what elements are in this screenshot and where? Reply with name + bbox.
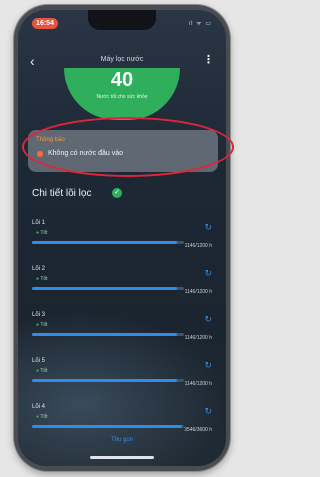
filter-row: Lõi 3 Tốt ↻ 1146/1200 h (18, 312, 226, 352)
filter-status: Tốt (36, 322, 47, 328)
filter-usage: 1146/1200 h (184, 335, 212, 341)
home-indicator (90, 456, 154, 459)
filter-progress-fill (32, 241, 178, 244)
filter-status: Tốt (36, 230, 47, 236)
reset-filter-icon[interactable]: ↻ (204, 315, 212, 324)
highlight-ring (22, 117, 234, 177)
filter-status: Tốt (36, 368, 47, 374)
filter-name: Lõi 4 (32, 404, 46, 410)
filter-progress-fill (32, 333, 178, 336)
reset-filter-icon[interactable]: ↻ (204, 223, 212, 232)
filter-usage: 1146/1200 h (184, 289, 212, 295)
filter-usage: 3546/3600 h (184, 427, 212, 433)
filter-row: Lõi 2 Tốt ↻ 1146/1200 h (18, 266, 226, 306)
filter-status: Tốt (36, 414, 47, 420)
page-title: Máy lọc nước (100, 56, 144, 63)
collapse-button[interactable]: Thu gọn (18, 437, 226, 443)
filter-status: Tốt (36, 276, 47, 282)
filter-usage: 1146/1200 h (184, 381, 212, 387)
app-screen: 16:54 ıl ᯤ ▭ ‹ Máy lọc nước ⋮ 40 Nước tố… (18, 10, 226, 466)
filter-progress-fill (32, 287, 178, 290)
check-circle-icon: ✓ (112, 188, 122, 198)
status-icons: ıl ᯤ ▭ (188, 21, 212, 27)
filter-name: Lõi 5 (32, 358, 46, 364)
phone-notch (88, 10, 156, 30)
filter-progress-fill (32, 425, 182, 428)
filters-section-title: Chi tiết lõi lọc (32, 188, 92, 199)
filter-progress-track (32, 241, 184, 244)
filter-row: Lõi 1 Tốt ↻ 1146/1200 h (18, 220, 226, 260)
filter-name: Lõi 1 (32, 220, 46, 226)
filter-usage: 1146/1200 h (184, 243, 212, 249)
tds-value: 40 (110, 69, 134, 91)
reset-filter-icon[interactable]: ↻ (204, 407, 212, 416)
filter-progress-fill (32, 379, 178, 382)
water-quality-card: 40 Nước tốt cho sức khỏe (64, 68, 180, 120)
filter-progress-track (32, 287, 184, 290)
filter-progress-track (32, 379, 184, 382)
filter-row: Lõi 5 Tốt ↻ 1146/1200 h (18, 358, 226, 398)
status-time: 16:54 (32, 18, 58, 29)
filter-name: Lõi 3 (32, 312, 46, 318)
filter-progress-track (32, 333, 184, 336)
more-options-icon[interactable]: ⋮ (203, 53, 214, 67)
water-quality-caption: Nước tốt cho sức khỏe (96, 94, 148, 100)
filter-progress-track (32, 425, 184, 428)
reset-filter-icon[interactable]: ↻ (204, 269, 212, 278)
filter-name: Lõi 2 (32, 266, 46, 272)
reset-filter-icon[interactable]: ↻ (204, 361, 212, 370)
back-icon[interactable]: ‹ (30, 54, 35, 68)
